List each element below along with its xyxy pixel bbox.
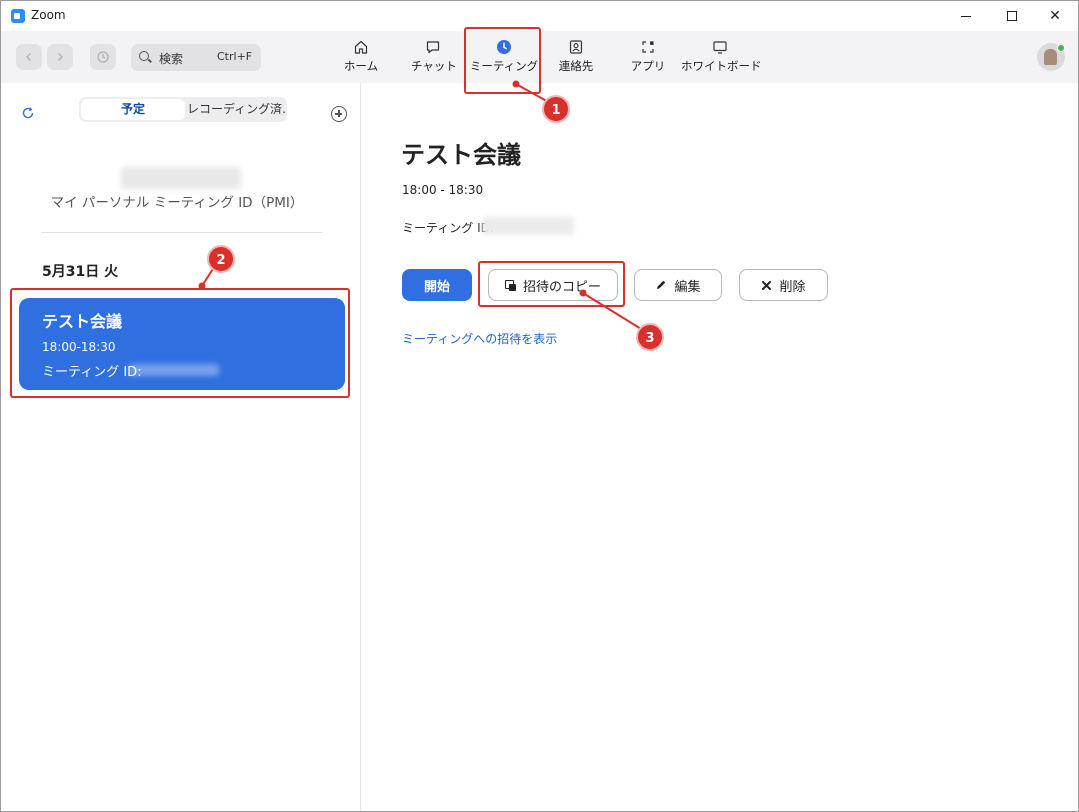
- step-badge-3: 3: [636, 323, 664, 351]
- meeting-item-id-redacted: [129, 364, 219, 376]
- search-placeholder: 検索: [159, 52, 184, 66]
- tab-chat-label: チャット: [411, 59, 457, 73]
- chat-icon: [426, 41, 440, 54]
- history-icon: [97, 51, 109, 63]
- tab-meeting-label: ミーティング: [469, 59, 539, 73]
- step-badge-1: 1: [542, 95, 570, 123]
- step-badge-2: 2: [207, 245, 235, 273]
- minimize-icon: [961, 15, 971, 17]
- tab-home[interactable]: ホーム: [339, 39, 383, 81]
- tab-apps[interactable]: アプリ: [626, 39, 670, 81]
- pmi-number-redacted: [121, 167, 241, 189]
- apps-icon: [642, 41, 654, 53]
- start-button[interactable]: 開始: [402, 269, 472, 301]
- date-header: 5月31日 火: [42, 264, 119, 280]
- maximize-icon: [1007, 11, 1017, 21]
- meeting-detail-panel: テスト会議 18:00 - 18:30 ミーティング ID: 開始 招待のコピー…: [362, 83, 1078, 811]
- tab-scheduled[interactable]: 予定: [81, 99, 185, 120]
- page-title: テスト会議: [401, 141, 521, 169]
- x-icon: [762, 280, 772, 290]
- history-button[interactable]: [90, 44, 116, 70]
- back-button[interactable]: [16, 44, 42, 70]
- meeting-list-segment: 予定 レコーディング済...: [79, 97, 287, 122]
- contacts-icon: [569, 40, 583, 54]
- tab-whiteboard-label: ホワイトボード: [681, 59, 762, 73]
- copy-icon: [504, 279, 516, 291]
- add-meeting-icon[interactable]: [331, 106, 347, 122]
- delete-button[interactable]: 削除: [739, 269, 828, 301]
- close-button[interactable]: ✕: [1032, 1, 1078, 31]
- meeting-item-title: テスト会議: [42, 312, 123, 331]
- search-input[interactable]: 検索 Ctrl+F: [131, 44, 261, 71]
- tab-recorded[interactable]: レコーディング済...: [187, 99, 285, 120]
- main-toolbar: 検索 Ctrl+F ホーム チャット ミーティング 連絡先 アプリ ホワイトボー…: [1, 31, 1078, 83]
- meeting-id-label: ミーティング ID:: [402, 221, 494, 235]
- copy-invitation-label: 招待のコピー: [522, 279, 601, 295]
- maximize-button[interactable]: [989, 1, 1035, 31]
- refresh-icon[interactable]: [21, 106, 35, 120]
- meeting-item-id-label: ミーティング ID:: [42, 365, 142, 380]
- presence-status-dot: [1057, 44, 1065, 52]
- delete-button-label: 削除: [779, 279, 806, 295]
- minimize-button[interactable]: [943, 1, 989, 31]
- meeting-id-redacted: [482, 217, 574, 235]
- pencil-icon: [657, 280, 666, 289]
- start-button-label: 開始: [423, 279, 450, 295]
- window-title: Zoom: [31, 8, 66, 22]
- forward-button[interactable]: [47, 44, 73, 70]
- zoom-app-icon: [11, 9, 25, 23]
- meeting-item-time: 18:00-18:30: [42, 340, 116, 354]
- chevron-left-icon: [26, 53, 31, 61]
- tab-home-label: ホーム: [343, 59, 379, 73]
- pmi-label[interactable]: マイ パーソナル ミーティング ID（PMI）: [1, 191, 353, 211]
- copy-invitation-button[interactable]: 招待のコピー: [488, 269, 618, 301]
- tab-apps-label: アプリ: [630, 59, 666, 73]
- zoom-window: Zoom ✕ 検索 Ctrl+F ホーム チャット ミーティング 連絡先 アプリ…: [0, 0, 1079, 812]
- tab-meeting[interactable]: ミーティング: [469, 39, 539, 81]
- show-invitation-link[interactable]: ミーティングへの招待を表示: [402, 330, 557, 347]
- search-shortcut: Ctrl+F: [217, 50, 253, 63]
- whiteboard-icon: [713, 41, 727, 54]
- tab-contacts-label: 連絡先: [558, 59, 594, 73]
- edit-button-label: 編集: [674, 279, 701, 295]
- tab-chat[interactable]: チャット: [411, 39, 457, 81]
- meeting-list-item[interactable]: テスト会議 18:00-18:30 ミーティング ID:: [19, 298, 345, 390]
- search-icon: [139, 51, 149, 61]
- meeting-time: 18:00 - 18:30: [402, 183, 484, 197]
- home-icon: [354, 40, 368, 54]
- edit-button[interactable]: 編集: [634, 269, 722, 301]
- tab-whiteboard[interactable]: ホワイトボード: [681, 39, 762, 81]
- divider: [41, 232, 323, 233]
- clock-icon: [497, 40, 511, 54]
- title-bar: Zoom ✕: [1, 1, 1078, 31]
- close-icon: ✕: [1049, 8, 1061, 24]
- tab-contacts[interactable]: 連絡先: [554, 39, 598, 81]
- meetings-sidebar: 予定 レコーディング済... マイ パーソナル ミーティング ID（PMI） 5…: [1, 83, 361, 811]
- chevron-right-icon: [58, 53, 63, 61]
